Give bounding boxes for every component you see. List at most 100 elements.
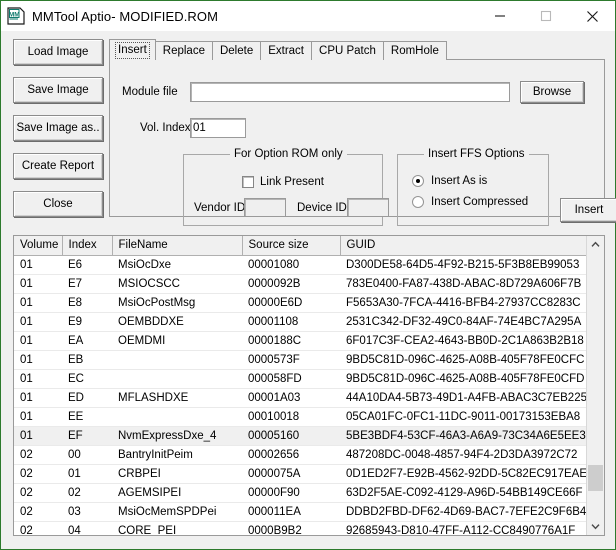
table-row[interactable]: 01 E8 MsiOcPostMsg 00000E6D F5653A30-7FCA-44… [14,293,586,313]
cell-source-size: 000058FD [242,369,340,389]
cell-source-size: 000011EA [242,502,340,522]
table-row[interactable]: 01 ED MFLASHDXE 00001A03 44A10DA4-5B73-49D1-… [14,388,586,408]
cell-guid: 92685943-D810-47FF-A112-CC8490776A1F [340,521,586,535]
module-list: Volume Index FileName Source size GUID 0… [13,235,605,536]
radio-insert-compressed-row[interactable]: Insert Compressed [412,196,528,208]
cell-guid: 9BD5C81D-096C-4625-A08B-405F78FE0CFD [340,369,586,389]
column-header-source-size[interactable]: Source size [242,236,341,256]
column-header-index[interactable]: Index [62,236,113,256]
scroll-down-button[interactable] [587,518,604,535]
tab-page-insert: Module file Browse Vol. Index For Option… [109,59,616,226]
vertical-scrollbar[interactable] [586,236,604,535]
table-row[interactable]: 02 02 AGEMSIPEI 00000F90 63D2F5AE-C092-4129-… [14,483,586,503]
cell-index: EA [62,331,112,351]
table-row[interactable]: 02 03 MsiOcMemSPDPei 000011EA DDBD2FBD-DF62-… [14,502,586,522]
insert-button[interactable]: Insert [560,198,616,222]
cell-filename: MsiOcDxe [112,255,242,275]
link-present-checkbox-row[interactable]: Link Present [242,176,324,188]
browse-button[interactable]: Browse [520,81,584,103]
cell-filename: OEMDMI [112,331,242,351]
tab-extract[interactable]: Extract [260,41,313,60]
save-image-as-button[interactable]: Save Image as.. [13,115,103,141]
tab-insert[interactable]: Insert [109,39,156,60]
cell-volume: 02 [14,464,62,484]
table-row[interactable]: 02 01 CRBPEI 0000075A 0D1ED2F7-E92B-4562-92D… [14,464,586,484]
cell-index: EF [62,426,112,446]
scrollbar-thumb[interactable] [588,465,603,491]
cell-filename [112,369,242,389]
tab-romhole-label: RomHole [390,45,439,57]
module-file-input[interactable] [190,82,510,102]
table-row[interactable]: 02 00 BantryInitPeim 00002656 487208DC-0048-… [14,445,586,465]
radio-insert-compressed[interactable] [412,196,424,208]
vol-index-label: Vol. Index [140,122,191,134]
close-button[interactable] [569,1,615,31]
table-row[interactable]: 01 EF NvmExpressDxe_4 00005160 5BE3BDF4-53CF… [14,426,586,446]
column-header-filename[interactable]: FileName [112,236,243,256]
table-row[interactable]: 01 E6 MsiOcDxe 00001080 D300DE58-64D5-4F92-B… [14,255,586,275]
device-id-input[interactable] [347,198,389,217]
close-button-action[interactable]: Close [13,191,103,217]
minimize-button[interactable] [477,1,523,31]
tab-delete[interactable]: Delete [211,41,262,60]
link-present-checkbox[interactable] [242,176,254,188]
create-report-button[interactable]: Create Report [13,153,103,179]
mm-document-icon: MM [7,7,25,25]
option-rom-group: For Option ROM only Link Present Vendor … [183,148,389,226]
radio-insert-as-is[interactable] [412,175,424,187]
cell-source-size: 00000F90 [242,483,340,503]
table-row[interactable]: 01 E7 MSIOCSCC 0000092B 783E0400-FA87-438D-A… [14,274,586,294]
maximize-button[interactable] [523,1,569,31]
tab-romhole[interactable]: RomHole [382,41,447,60]
cell-filename: MsiOcPostMsg [112,293,242,313]
cell-source-size: 00001080 [242,255,340,275]
cell-volume: 02 [14,521,62,535]
tab-extract-label: Extract [268,45,305,57]
cell-source-size: 0000188C [242,331,340,351]
load-image-button[interactable]: Load Image [13,39,103,65]
table-row[interactable]: 01 EB 0000573F 9BD5C81D-096C-4625-A08B-405F… [14,350,586,370]
cell-filename: OEMBDDXE [112,312,242,332]
cell-guid: F5653A30-7FCA-4416-BFB4-27937CC8283C [340,293,586,313]
cell-index: E6 [62,255,112,275]
table-row[interactable]: 01 EC 000058FD 9BD5C81D-096C-4625-A08B-405F… [14,369,586,389]
option-rom-group-title: For Option ROM only [230,148,347,160]
module-list-viewport: Volume Index FileName Source size GUID 0… [14,236,586,535]
tab-insert-label: Insert [115,42,150,59]
module-table-body: 01 E6 MsiOcDxe 00001080 D300DE58-64D5-4F92-B… [14,255,586,535]
top-panel: Load Image Save Image Save Image as.. Cr… [1,31,616,229]
cell-filename [112,407,242,427]
tab-replace-label: Replace [162,45,205,57]
cell-guid: 9BD5C81D-096C-4625-A08B-405F78FE0CFC [340,350,586,370]
radio-insert-as-is-row[interactable]: Insert As is [412,175,487,187]
device-id-label: Device ID [297,202,347,214]
tab-replace[interactable]: Replace [154,41,213,60]
table-row[interactable]: 01 E9 OEMBDDXE 00001108 2531C342-DF32-49C0-8… [14,312,586,332]
cell-source-size: 00005160 [242,426,340,446]
cell-volume: 02 [14,445,62,465]
table-row[interactable]: 02 04 CORE_PEI 0000B9B2 92685943-D810-47FF-A… [14,521,586,535]
tab-cpu-patch[interactable]: CPU Patch [311,41,384,60]
table-row[interactable]: 01 EA OEMDMI 0000188C 6F017C3F-CEA2-4643-BB0… [14,331,586,351]
cell-index: E7 [62,274,112,294]
cell-guid: 783E0400-FA87-438D-ABAC-8D729A606F7B [340,274,586,294]
cell-source-size: 0000B9B2 [242,521,340,535]
cell-index: E9 [62,312,112,332]
cell-guid: D300DE58-64D5-4F92-B215-5F3B8EB99053 [340,255,586,275]
column-header-guid[interactable]: GUID [340,236,586,256]
cell-volume: 01 [14,312,62,332]
tab-delete-label: Delete [219,45,254,57]
cell-volume: 01 [14,293,62,313]
cell-source-size: 00001108 [242,312,340,332]
table-row[interactable]: 01 EE 00010018 05CA01FC-0FC1-11DC-9011-0017… [14,407,586,427]
scroll-up-button[interactable] [587,236,604,253]
cell-source-size: 0000075A [242,464,340,484]
column-header-volume[interactable]: Volume [14,236,63,256]
save-image-button[interactable]: Save Image [13,77,103,103]
cell-index: ED [62,388,112,408]
module-table: Volume Index FileName Source size GUID 0… [14,236,586,535]
cell-source-size: 00002656 [242,445,340,465]
vendor-id-input[interactable] [244,198,286,217]
cell-volume: 01 [14,274,62,294]
vol-index-input[interactable] [190,118,246,138]
